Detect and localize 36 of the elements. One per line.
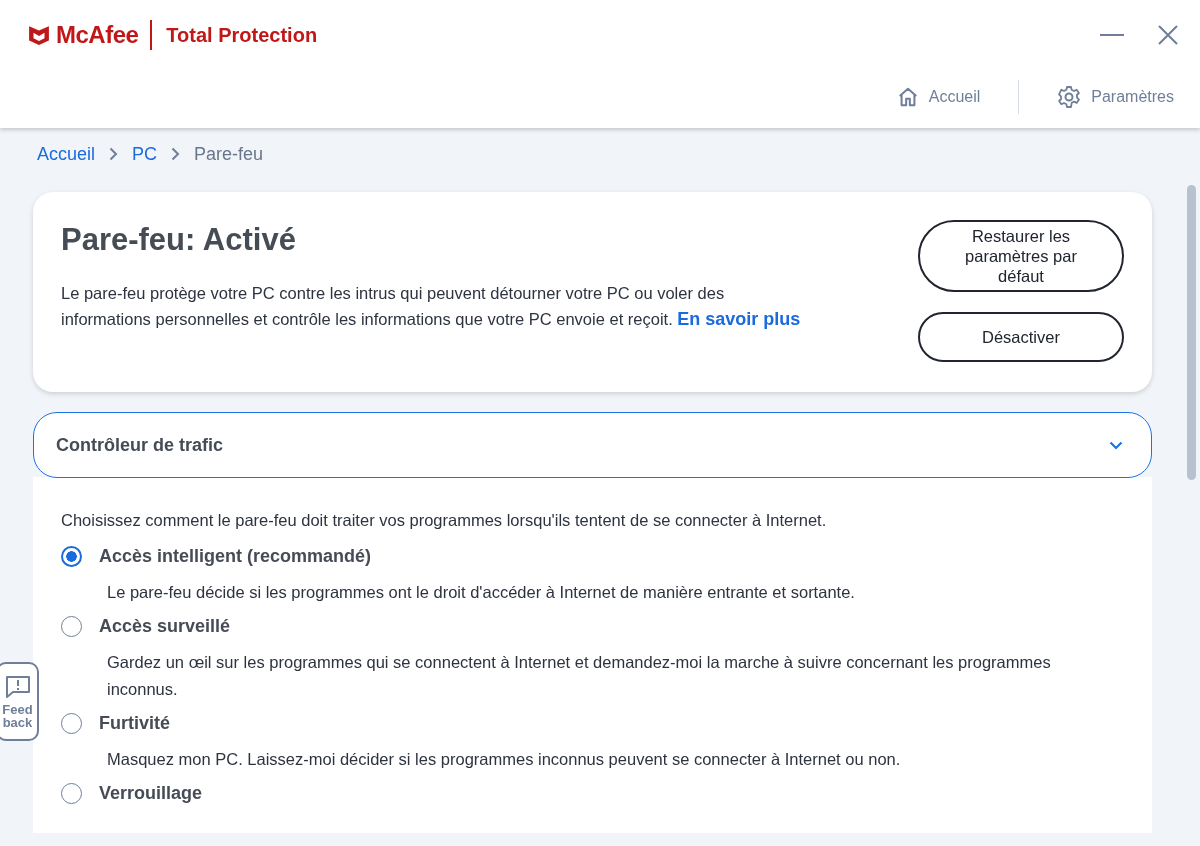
- option-label[interactable]: Verrouillage: [99, 783, 203, 804]
- action-button[interactable]: Restaurer les paramètres par défaut: [918, 220, 1124, 292]
- breadcrumb-item: Pare-feu: [194, 143, 264, 165]
- chevron-right-icon: [109, 147, 119, 161]
- settings-nav-button[interactable]: Paramètres: [1057, 85, 1174, 109]
- section-intro: Choisissez comment le pare-feu doit traiter vos programmes lorsqu'ils tentent de se connecter à Internet.: [61, 511, 828, 530]
- minimize-icon[interactable]: [1100, 33, 1124, 37]
- radio-button[interactable]: [61, 616, 82, 637]
- action-button[interactable]: Désactiver: [918, 312, 1124, 362]
- accordion-header[interactable]: Contrôleur de trafic: [33, 412, 1152, 478]
- card-description: Le pare-feu protège votre PC contre les intrus qui peuvent détourner votre PC ou voler des informations personnelles et contrôle les informations que votre PC envoie et reçoit. En savoir plus: [61, 283, 802, 331]
- home-icon: [896, 86, 919, 108]
- product-name: Total Protection: [166, 23, 318, 47]
- radio-button[interactable]: [61, 783, 82, 804]
- learn-more-link[interactable]: En savoir plus: [677, 309, 801, 329]
- home-nav-button[interactable]: Accueil: [896, 86, 981, 108]
- option-label[interactable]: Furtivité: [99, 713, 170, 734]
- option-label[interactable]: Accès intelligent (recommandé): [99, 546, 372, 567]
- breadcrumb-item[interactable]: PC: [132, 143, 158, 165]
- brand-name: McAfee: [56, 21, 139, 49]
- scrollbar[interactable]: [1187, 185, 1196, 480]
- chevron-right-icon: [171, 147, 181, 161]
- speech-bubble-icon: [4, 674, 31, 699]
- radio-button[interactable]: [61, 713, 82, 734]
- option-description: Masquez mon PC. Laissez-moi décider si les programmes inconnus peuvent se connecter à Internet ou non.: [107, 749, 902, 770]
- shield-logo-icon: [28, 24, 50, 46]
- settings-icon: [1057, 85, 1082, 109]
- option-description: Gardez un œil sur les programmes qui se connectent à Internet et demandez-moi la marche à suivre concernant les programmes inconnus.: [107, 652, 1052, 700]
- radio-button[interactable]: [61, 546, 82, 567]
- close-icon[interactable]: [1158, 25, 1178, 45]
- option-label[interactable]: Accès surveillé: [99, 616, 231, 637]
- card-title: Pare-feu: Activé: [61, 222, 297, 258]
- feedback-button[interactable]: Feed back: [0, 662, 39, 741]
- breadcrumb-item[interactable]: Accueil: [37, 143, 96, 165]
- option-description: Le pare-feu décide si les programmes ont le droit d'accéder à Internet de manière entrante et sortante.: [107, 582, 856, 603]
- chevron-down-icon: [1109, 440, 1123, 450]
